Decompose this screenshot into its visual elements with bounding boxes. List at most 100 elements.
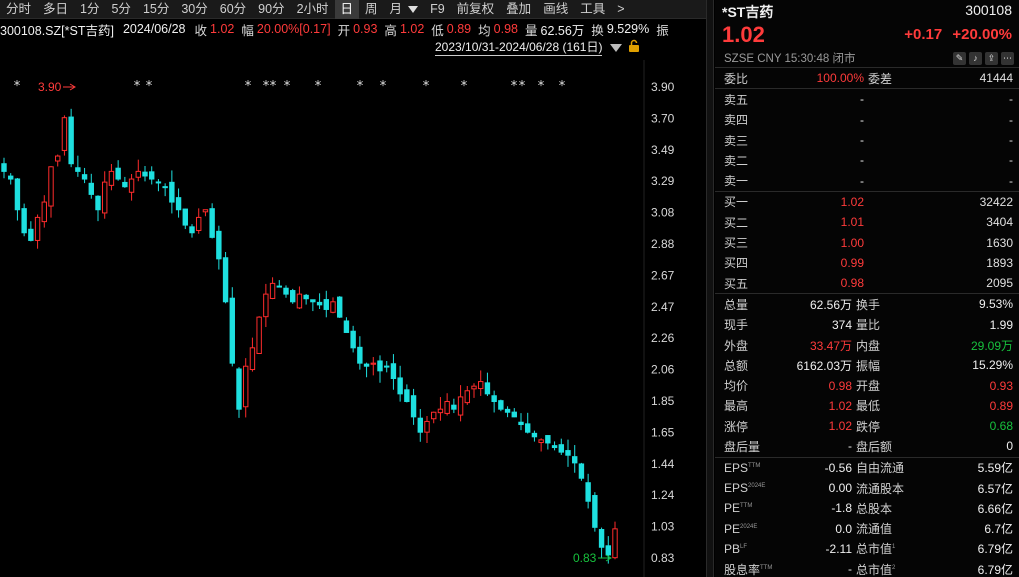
fund-value: 6.7亿 — [984, 522, 1013, 537]
event-marker[interactable]: * — [538, 79, 545, 94]
event-marker[interactable]: * — [423, 79, 430, 94]
stat-value: 1.99 — [989, 317, 1013, 332]
period-tab[interactable]: 1分 — [74, 0, 105, 19]
event-marker[interactable]: * — [245, 79, 252, 94]
low-label: 低 — [431, 23, 444, 38]
period-tab[interactable]: 周 — [359, 0, 384, 19]
period-tab[interactable]: F9 — [424, 0, 451, 19]
event-marker[interactable]: * — [14, 79, 21, 94]
period-tab[interactable]: 多日 — [37, 0, 74, 19]
candle-body — [216, 230, 222, 260]
event-marker[interactable]: * — [134, 79, 141, 94]
period-tab[interactable]: 月 — [384, 0, 409, 19]
y-tick-label: 1.03 — [651, 520, 675, 534]
ask-row[interactable]: 卖五 - - — [715, 89, 1019, 109]
date-range-dropdown-icon[interactable] — [610, 44, 622, 52]
share-icon[interactable]: ⇪ — [985, 52, 998, 65]
bid-row[interactable]: 买三 1.00 1630 — [715, 232, 1019, 252]
fundamental-row: EPSTTM -0.56 自由流通 5.59亿 — [715, 458, 1019, 478]
candle-body — [410, 395, 417, 418]
stat-label: 量比 — [856, 318, 881, 333]
month-dropdown-icon[interactable] — [408, 5, 419, 13]
event-marker[interactable]: * — [284, 79, 291, 94]
period-tab[interactable]: 叠加 — [500, 0, 537, 19]
fund-label-text: EPS — [724, 481, 749, 496]
period-tab[interactable]: > — [611, 0, 630, 19]
period-tab[interactable]: 90分 — [252, 0, 290, 19]
bell-icon[interactable]: ♪ — [969, 52, 982, 65]
period-tab[interactable]: 30分 — [175, 0, 213, 19]
more-icon[interactable]: ⋯ — [1001, 52, 1014, 65]
ask-volume: - — [1009, 133, 1013, 148]
event-marker[interactable]: * — [461, 79, 468, 94]
bid-row[interactable]: 买二 1.01 3404 — [715, 212, 1019, 232]
candle-body — [343, 320, 350, 333]
candle-body — [249, 347, 256, 371]
candle-body — [61, 117, 68, 151]
period-tab[interactable]: 15分 — [137, 0, 175, 19]
fund-value: 6.66亿 — [977, 501, 1013, 516]
stat-label: 开盘 — [856, 379, 881, 394]
fund-value: 5.59亿 — [977, 461, 1013, 476]
close-label: 收 — [194, 23, 208, 38]
bid-row[interactable]: 买四 0.99 1893 — [715, 253, 1019, 273]
ask-row[interactable]: 卖三 - - — [715, 130, 1019, 150]
period-tab[interactable]: 工具 — [574, 0, 611, 19]
event-marker[interactable]: * — [146, 79, 153, 94]
ask-row[interactable]: 卖一 - - — [715, 170, 1019, 190]
period-tab[interactable]: 分时 — [0, 0, 37, 19]
panel-divider[interactable] — [706, 0, 714, 577]
candle-body — [75, 167, 81, 172]
period-tab[interactable]: 2小时 — [291, 0, 335, 19]
bid-label: 买四 — [724, 256, 749, 271]
event-marker[interactable]: * — [357, 79, 364, 94]
event-marker[interactable]: * — [380, 79, 387, 94]
candlestick-chart[interactable]: 3.90 3.70 3.49 3.29 3.08 2.88 2.67 2.47 2.26 2.06… — [0, 60, 706, 577]
period-tab[interactable]: 日 — [334, 0, 360, 19]
fund-label: 股息率TTM — [724, 561, 772, 577]
candle-body — [229, 297, 235, 364]
ask-row[interactable]: 卖四 - - — [715, 110, 1019, 130]
fund-value: - — [848, 562, 852, 577]
event-marker[interactable]: * — [270, 79, 277, 94]
high-marker-label: 3.90 — [38, 80, 62, 94]
bid-volume: 3404 — [986, 215, 1013, 230]
fund-value: 6.79亿 — [977, 542, 1013, 557]
event-marker[interactable]: * — [559, 79, 566, 94]
stat-value: 9.53% — [978, 297, 1013, 312]
ask-row[interactable]: 卖二 - - — [715, 150, 1019, 170]
event-marker[interactable]: * — [511, 79, 518, 94]
change-percent: +20.00% — [952, 26, 1012, 43]
edit-icon[interactable]: ✎ — [953, 52, 966, 65]
period-tab[interactable]: 前复权 — [451, 0, 501, 19]
lock-icon[interactable] — [627, 39, 641, 53]
candle-body — [169, 181, 175, 203]
period-tab[interactable]: 5分 — [105, 0, 136, 19]
range-value: 20.00%[0.17] — [256, 22, 331, 36]
candle-body — [243, 365, 249, 408]
candle-body — [310, 299, 316, 303]
bid-row[interactable]: 买一 1.02 32422 — [715, 192, 1019, 212]
stock-code-name: 300108.SZ[*ST吉药] — [0, 23, 114, 38]
stat-value: 0.89 — [989, 398, 1013, 413]
stat-label: 均价 — [724, 379, 749, 394]
bid-row[interactable]: 买五 0.98 2095 — [715, 273, 1019, 293]
period-tab[interactable]: 画线 — [537, 0, 574, 19]
candle-body — [565, 450, 571, 456]
event-marker[interactable]: * — [315, 79, 322, 94]
candle-body — [598, 529, 605, 548]
fundamental-row: EPS2024E 0.00 流通股本 6.57亿 — [715, 478, 1019, 498]
candle-body — [303, 294, 309, 300]
candle-body — [175, 197, 182, 211]
candle-body — [142, 171, 148, 177]
y-tick-label: 3.70 — [651, 111, 675, 125]
event-marker[interactable]: * — [519, 79, 526, 94]
candle-body — [404, 389, 410, 403]
market-meta-text: SZSE CNY 15:30:48 闭市 — [724, 53, 856, 65]
ask-label: 卖五 — [724, 92, 749, 107]
period-tab[interactable]: 60分 — [214, 0, 252, 19]
event-marker[interactable]: * — [263, 79, 270, 94]
date-range-selector[interactable]: 2023/10/31-2024/06/28 (161日) — [435, 40, 603, 56]
stat-value: 6162.03万 — [796, 358, 852, 373]
candle-body — [612, 528, 618, 559]
